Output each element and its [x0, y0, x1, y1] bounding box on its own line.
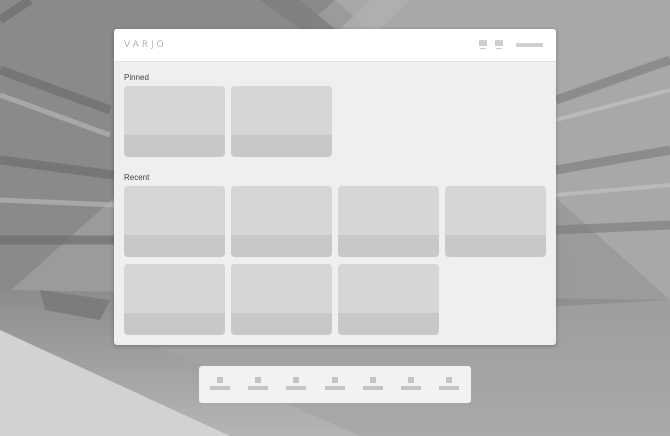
card-thumbnail [338, 264, 439, 313]
recent-card[interactable] [231, 264, 332, 335]
card-thumbnail [338, 186, 439, 235]
pinned-card[interactable] [231, 86, 332, 157]
dock-item-7[interactable] [439, 377, 459, 393]
recent-card[interactable] [231, 186, 332, 257]
pinned-card[interactable] [124, 86, 225, 157]
card-thumbnail [124, 264, 225, 313]
recent-card[interactable] [124, 264, 225, 335]
card-caption [124, 135, 225, 157]
card-caption [124, 313, 225, 335]
dock-item-4[interactable] [325, 377, 345, 393]
card-thumbnail [124, 186, 225, 235]
card-caption [231, 135, 332, 157]
dock-item-6[interactable] [401, 377, 421, 393]
recent-section-label: Recent [124, 173, 150, 182]
bottom-dock [199, 366, 471, 403]
dock-item-5[interactable] [363, 377, 383, 393]
card-caption [124, 235, 225, 257]
home-window: VARJO Pinned Recent [114, 29, 556, 345]
card-thumbnail [231, 264, 332, 313]
window-header: VARJO [114, 29, 556, 62]
card-caption [231, 235, 332, 257]
dock-item-1[interactable] [210, 377, 230, 393]
card-caption [338, 235, 439, 257]
recent-card[interactable] [445, 186, 546, 257]
card-caption [445, 235, 546, 257]
card-caption [231, 313, 332, 335]
recent-card[interactable] [338, 186, 439, 257]
card-thumbnail [124, 86, 225, 135]
card-thumbnail [231, 186, 332, 235]
varjo-logo: VARJO [124, 40, 167, 50]
list-view-icon[interactable] [495, 40, 504, 49]
pinned-section-label: Pinned [124, 73, 149, 82]
card-thumbnail [231, 86, 332, 135]
header-menu-button[interactable] [516, 43, 543, 47]
recent-card[interactable] [338, 264, 439, 335]
grid-view-icon[interactable] [479, 40, 488, 49]
dock-item-3[interactable] [286, 377, 306, 393]
dock-item-2[interactable] [248, 377, 268, 393]
recent-card[interactable] [124, 186, 225, 257]
card-caption [338, 313, 439, 335]
card-thumbnail [445, 186, 546, 235]
